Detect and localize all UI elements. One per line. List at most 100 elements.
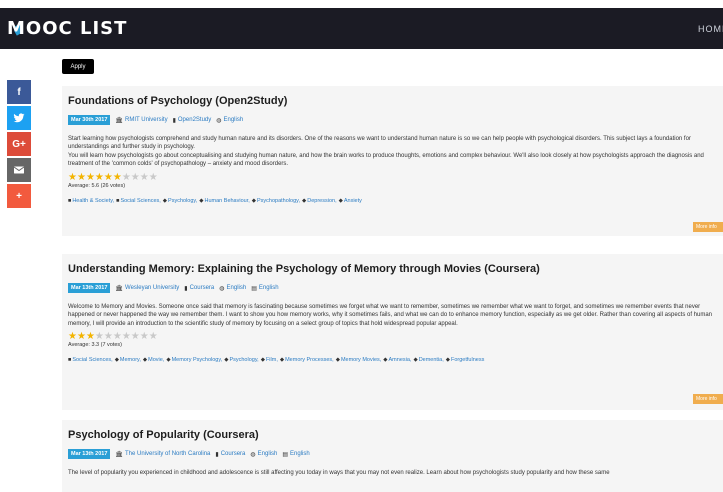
rating-average: Average: 3.3 (7 votes) [68,342,123,349]
tag-label: Memory Processes, [285,357,334,364]
rating-star-icon[interactable]: ★ [68,172,77,182]
rating-star-icon[interactable]: ★ [140,172,149,182]
tag-link[interactable]: ◆Film, [261,357,278,363]
tag-link[interactable]: ◆Dementia, [413,357,443,363]
course-title[interactable]: Understanding Memory: Explaining the Psy… [68,263,723,275]
tag-icon: ◆ [445,357,450,364]
course-title[interactable]: Foundations of Psychology (Open2Study) [68,95,723,107]
tag-icon: ◆ [335,357,340,364]
tag-label: Psychopathology, [257,197,301,204]
tag-icon: ◆ [199,197,204,204]
meta-university[interactable]: 🏛 RMIT University [115,117,167,124]
tag-link[interactable]: ◆Psychology, [224,357,258,363]
category-link[interactable]: ■Social Sciences, [68,357,113,363]
rating-star-icon[interactable]: ★ [86,172,95,182]
rating-star-icon[interactable]: ★ [95,172,104,182]
rating-star-icon[interactable]: ★ [131,172,140,182]
tag-link[interactable]: ◆Human Behaviour, [199,198,249,204]
tag-link[interactable]: ◆Anxiety [339,198,362,204]
meta-university-label: RMIT University [125,117,168,123]
tag-link[interactable]: ◆Memory, [115,357,141,363]
rating-star-icon[interactable]: ★ [104,332,113,342]
meta-university-label: Wesleyan University [125,285,180,291]
category-link[interactable]: ■Health & Society, [68,198,114,204]
category-label: Social Sciences, [72,357,113,364]
meta-provider[interactable]: ▮ Open2Study [173,117,212,124]
meta-language[interactable]: ◍ English [250,451,277,458]
twitter-share-icon[interactable] [7,106,31,130]
rating-star-icon[interactable]: ★ [149,332,158,342]
university-icon: 🏛 [115,451,124,458]
tag-link[interactable]: ◆Psychopathology, [252,198,300,204]
rating-star-icon[interactable]: ★ [149,172,158,182]
meta-subtitle[interactable]: ▤ English [251,285,278,292]
tag-icon: ◆ [302,197,307,204]
rating-star-icon[interactable]: ★ [95,332,104,342]
date-badge: Mar 30th 2017 [68,115,111,125]
tag-icon: ◆ [260,357,265,364]
tag-label: Depression, [307,197,337,204]
course-tags: ■Social Sciences, ◆Memory, ◆Movie, ◆Memory … [68,357,723,363]
rating-star-icon[interactable]: ★ [122,172,131,182]
provider-icon: ▮ [184,285,188,292]
google-plus-share-icon[interactable]: G+ [7,132,31,156]
rating-star-icon[interactable]: ★ [131,332,140,342]
more-info-button[interactable]: More info [693,394,723,404]
folder-icon: ■ [116,197,120,204]
meta-university[interactable]: 🏛 The University of North Carolina [115,451,210,458]
tag-link[interactable]: ◆Depression, [302,198,337,204]
rating-star-icon[interactable]: ★ [104,172,113,182]
tag-link[interactable]: ◆Psychology, [163,198,197,204]
rating-star-icon[interactable]: ★ [113,172,122,182]
course-description: Start learning how psychologists compreh… [68,136,704,168]
university-icon: 🏛 [115,117,124,124]
more-info-button[interactable]: More info [693,222,723,232]
facebook-share-icon[interactable]: f [7,80,31,104]
course-title[interactable]: Psychology of Popularity (Coursera) [68,429,723,441]
meta-university[interactable]: 🏛 Wesleyan University [115,285,179,292]
tag-link[interactable]: ◆Memory Movies, [336,357,382,363]
tag-icon: ◆ [338,197,343,204]
folder-icon: ■ [68,357,72,364]
meta-subtitle[interactable]: ▤ English [282,451,309,458]
tag-icon: ◆ [224,357,229,364]
rating-star-icon[interactable]: ★ [140,332,149,342]
nav-home-link[interactable]: HOME [698,24,723,34]
meta-language[interactable]: ◍ English [219,285,246,292]
apply-button[interactable]: Apply [62,59,94,74]
tag-link[interactable]: ◆Memory Psychology, [166,357,222,363]
course-meta: Mar 13th 2017 🏛 The University of North Ca… [68,449,723,459]
date-badge: Mar 13th 2017 [68,449,111,459]
rating-star-icon[interactable]: ★ [77,172,86,182]
rating-star-icon[interactable]: ★ [113,332,122,342]
meta-subtitle-label: English [290,451,310,457]
meta-language-label: English [223,117,244,123]
meta-provider-label: Open2Study [177,117,212,123]
more-share-icon[interactable]: + [7,184,31,208]
tag-link[interactable]: ◆Movie, [143,357,164,363]
meta-provider-label: Coursera [189,285,215,291]
course-meta: Mar 30th 2017 🏛 RMIT University ▮ Open2Study… [68,115,723,125]
star-rating[interactable]: ★ ★ ★ ★ ★ ★ ★ ★ ★ ★ [68,172,723,182]
tag-label: Psychology, [229,357,259,364]
university-icon: 🏛 [115,285,124,292]
meta-provider[interactable]: ▮ Coursera [215,451,245,458]
rating-star-icon[interactable]: ★ [77,332,86,342]
rating-star-icon[interactable]: ★ [68,332,77,342]
tag-icon: ◆ [114,357,119,364]
star-rating[interactable]: ★ ★ ★ ★ ★ ★ ★ ★ ★ ★ [68,332,723,342]
tag-link[interactable]: ◆Amnesia, [383,357,411,363]
tag-link[interactable]: ◆Memory Processes, [280,357,334,363]
rating-star-icon[interactable]: ★ [86,332,95,342]
category-link[interactable]: ■Social Sciences, [116,198,161,204]
meta-provider[interactable]: ▮ Coursera [184,285,214,292]
meta-language[interactable]: ◍ English [216,117,243,124]
site-logo[interactable]: MOOC LIST [7,18,127,39]
email-share-icon[interactable] [7,158,31,182]
rating-average: Average: 5.6 (26 votes) [68,182,126,189]
rating-star-icon[interactable]: ★ [122,332,131,342]
tag-link[interactable]: ◆Forgetfulness [446,357,485,363]
provider-icon: ▮ [215,451,219,458]
tag-label: Movie, [148,357,165,364]
tag-label: Memory Psychology, [171,357,223,364]
